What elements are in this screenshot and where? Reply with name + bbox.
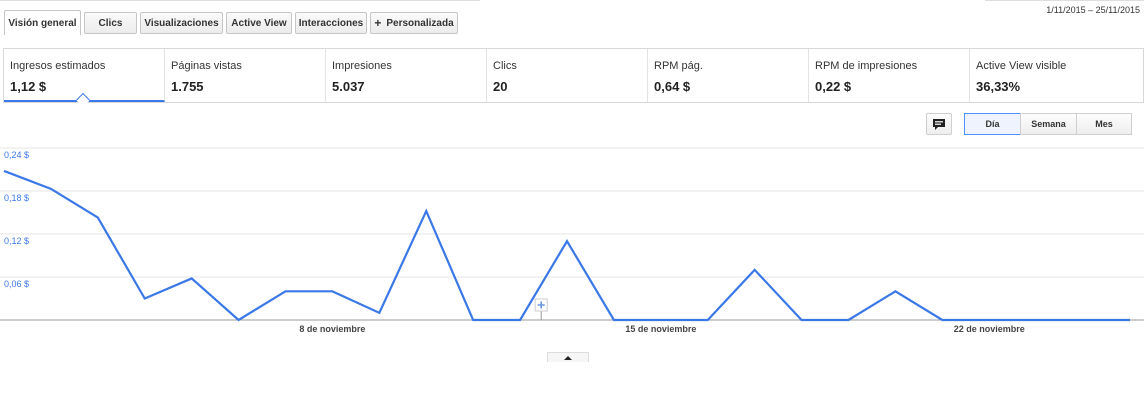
tab-interacciones[interactable]: Interacciones <box>295 12 367 34</box>
metric-value: 1.755 <box>171 79 204 94</box>
metric-label: RPM de impresiones <box>815 60 918 72</box>
y-tick-label: 0,12 $ <box>4 236 29 246</box>
revenue-line-chart: 0,24 $ 0,18 $ 0,12 $ 0,06 $ 8 de noviembre 15… <box>0 147 1144 334</box>
metrics-bar: Ingresos estimados 1,12 $ Páginas vistas… <box>3 48 1144 108</box>
y-tick-label: 0,06 $ <box>4 279 29 289</box>
metric-clics[interactable]: Clics 20 <box>487 49 648 102</box>
metric-ingresos-estimados[interactable]: Ingresos estimados 1,12 $ <box>4 49 165 108</box>
metric-label: Active View visible <box>976 60 1067 72</box>
metric-value: 0,22 $ <box>815 79 852 94</box>
metric-rpm-pag[interactable]: RPM pág. 0,64 $ <box>648 49 809 102</box>
metric-value: 0,64 $ <box>654 79 691 94</box>
y-tick-label: 0,18 $ <box>4 193 29 203</box>
active-metric-caret <box>75 92 91 108</box>
date-range[interactable]: 1/11/2015 – 25/11/2015 <box>1046 5 1140 15</box>
annotations-button[interactable] <box>926 113 952 135</box>
granularity-toggle: Día Semana Mes <box>964 113 1132 135</box>
metric-label: Ingresos estimados <box>10 60 106 72</box>
annotation-marker-plus-icon <box>534 298 548 312</box>
tab-personalizada[interactable]: + Personalizada <box>370 12 458 34</box>
plus-icon: + <box>374 16 382 30</box>
x-tick-label: 15 de noviembre <box>625 324 696 334</box>
speech-bubble-icon <box>933 118 945 130</box>
metric-value: 5.037 <box>332 79 365 94</box>
metric-active-view-visible[interactable]: Active View visible 36,33% <box>970 49 1143 102</box>
report-tabs: Visión general Clics Visualizaciones Act… <box>0 0 1144 36</box>
metric-label: Impresiones <box>332 60 392 72</box>
metric-label: Clics <box>493 60 517 72</box>
metric-label: Páginas vistas <box>171 60 242 72</box>
metric-paginas-vistas[interactable]: Páginas vistas 1.755 <box>165 49 326 102</box>
x-tick-label: 22 de noviembre <box>954 324 1025 334</box>
x-tick-label: 8 de noviembre <box>299 324 365 334</box>
granularity-dia-button[interactable]: Día <box>964 113 1021 135</box>
tab-visualizaciones[interactable]: Visualizaciones <box>140 12 223 34</box>
metric-value: 20 <box>493 79 508 94</box>
metric-value: 36,33% <box>976 79 1021 94</box>
metric-impresiones[interactable]: Impresiones 5.037 <box>326 49 487 102</box>
triangle-up-icon <box>564 355 572 360</box>
tab-clics[interactable]: Clics <box>84 12 137 34</box>
y-tick-label: 0,24 $ <box>4 150 29 160</box>
granularity-mes-button[interactable]: Mes <box>1076 113 1132 135</box>
series-line <box>3 169 1130 322</box>
metric-rpm-impresiones[interactable]: RPM de impresiones 0,22 $ <box>809 49 970 102</box>
metric-value: 1,12 $ <box>10 79 47 94</box>
tab-active-view[interactable]: Active View <box>226 12 292 34</box>
granularity-semana-button[interactable]: Semana <box>1020 113 1077 135</box>
metric-label: RPM pág. <box>654 60 703 72</box>
tab-personalizada-label: Personalizada <box>386 17 454 29</box>
collapse-chart-button[interactable] <box>547 352 589 362</box>
tab-vision-general[interactable]: Visión general <box>4 10 81 36</box>
